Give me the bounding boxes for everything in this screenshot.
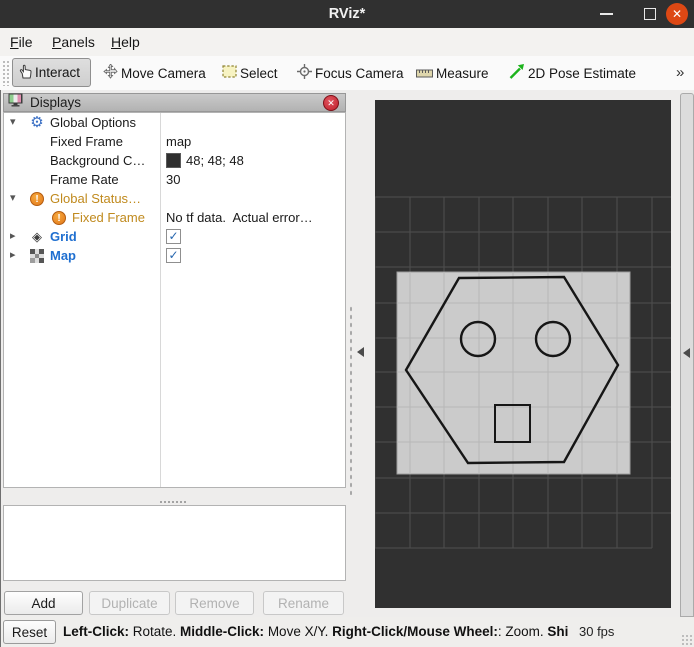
- vertical-splitter-handle[interactable]: [349, 305, 353, 495]
- minimize-button[interactable]: [594, 0, 618, 28]
- tool-focus-camera-button[interactable]: Focus Camera: [297, 59, 404, 87]
- row-label: Fixed Frame: [50, 134, 123, 149]
- tree-row-background-color[interactable]: Background C… 48; 48; 48: [4, 151, 345, 170]
- tree-row-fixed-frame-status[interactable]: ! Fixed Frame No tf data. Actual error…: [4, 208, 345, 227]
- panel-splitter-handle[interactable]: [159, 500, 187, 504]
- row-label: Global Status…: [50, 191, 142, 206]
- hand-cursor-icon: [19, 64, 32, 82]
- remove-display-button[interactable]: Remove: [175, 591, 254, 615]
- tool-label: Measure: [436, 65, 489, 81]
- color-swatch[interactable]: [166, 153, 181, 168]
- collapse-right-arrow-icon[interactable]: [683, 348, 690, 358]
- expander-down-icon[interactable]: [10, 113, 28, 132]
- tool-move-camera-button[interactable]: Move Camera: [103, 59, 206, 87]
- row-label: Grid: [50, 229, 77, 244]
- minimize-icon: [599, 13, 613, 15]
- map-icon: [28, 248, 46, 263]
- tool-label: Interact: [35, 65, 81, 80]
- toolbar-overflow-button[interactable]: »: [676, 59, 684, 87]
- window-resize-grip[interactable]: [681, 634, 692, 645]
- row-label: Frame Rate: [50, 172, 119, 187]
- displays-panel-header[interactable]: Displays ✕: [3, 93, 346, 112]
- tree-row-frame-rate[interactable]: Frame Rate 30: [4, 170, 345, 189]
- warning-icon: !: [28, 191, 46, 206]
- add-display-button[interactable]: Add: [4, 591, 83, 615]
- status-bar: Reset Left-Click: Rotate. Middle-Click: …: [0, 617, 694, 647]
- monitor-icon: [8, 93, 24, 112]
- tool-label: Move Camera: [121, 65, 206, 81]
- row-value[interactable]: 30: [160, 170, 345, 189]
- tree-row-fixed-frame[interactable]: Fixed Frame map: [4, 132, 345, 151]
- row-label: Map: [50, 248, 76, 263]
- grid-enabled-checkbox[interactable]: [166, 229, 181, 244]
- rename-display-button[interactable]: Rename: [263, 591, 344, 615]
- displays-panel-title: Displays: [30, 95, 82, 110]
- maximize-button[interactable]: [638, 0, 662, 28]
- collapsed-right-panel[interactable]: [680, 93, 694, 617]
- tool-2d-pose-estimate-button[interactable]: 2D Pose Estimate: [509, 59, 636, 87]
- row-value[interactable]: map: [160, 132, 345, 151]
- rviz-window: RViz* ✕ File Panels Help Interact Move C…: [0, 0, 694, 647]
- close-panel-button[interactable]: ✕: [323, 95, 339, 111]
- row-label: Fixed Frame: [72, 210, 145, 225]
- tree-row-grid[interactable]: Grid: [4, 227, 345, 246]
- tree-row-global-status[interactable]: ! Global Status…: [4, 189, 345, 208]
- reset-button[interactable]: Reset: [3, 620, 56, 644]
- menu-panels[interactable]: Panels: [52, 28, 95, 56]
- row-value: No tf data. Actual error…: [166, 210, 313, 225]
- toolbar: Interact Move Camera Select Focus Camera: [0, 56, 694, 91]
- row-label: Background C…: [50, 153, 146, 168]
- move-arrows-icon: [103, 63, 118, 82]
- tool-measure-button[interactable]: Measure: [416, 59, 489, 87]
- displays-tree: Global Options Fixed Frame map Backgroun…: [3, 112, 346, 488]
- tree-row-global-options[interactable]: Global Options: [4, 113, 345, 132]
- mouse-help-text: Left-Click: Rotate. Middle-Click: Move X…: [63, 624, 569, 639]
- green-arrow-icon: [509, 64, 525, 82]
- toolbar-drag-handle[interactable]: [2, 60, 9, 86]
- window-title: RViz*: [328, 6, 366, 22]
- 3d-viewport[interactable]: [375, 100, 671, 608]
- close-icon: ✕: [666, 3, 688, 25]
- tool-interact-button[interactable]: Interact: [12, 58, 92, 87]
- selection-box-icon: [222, 65, 237, 81]
- menu-help[interactable]: Help: [111, 28, 140, 56]
- row-value[interactable]: 48; 48; 48: [186, 151, 244, 170]
- main-area: Displays ✕ Global Options Fixed Frame ma…: [0, 90, 694, 617]
- row-label: Global Options: [50, 115, 136, 130]
- expander-right-icon[interactable]: [10, 227, 28, 246]
- grid-icon: [28, 227, 46, 246]
- description-pane: [3, 505, 346, 581]
- tool-select-button[interactable]: Select: [222, 59, 278, 87]
- ruler-icon: [416, 66, 433, 81]
- warning-icon: !: [50, 210, 68, 225]
- tool-label: Focus Camera: [315, 65, 404, 81]
- map-enabled-checkbox[interactable]: [166, 248, 181, 263]
- menu-file[interactable]: File: [10, 28, 33, 56]
- expander-right-icon[interactable]: [10, 246, 28, 265]
- title-bar[interactable]: RViz* ✕: [0, 0, 694, 28]
- gear-icon: [28, 113, 46, 132]
- tree-row-map[interactable]: Map: [4, 246, 345, 265]
- tool-label: 2D Pose Estimate: [528, 65, 637, 81]
- expander-down-icon[interactable]: [10, 189, 28, 208]
- fps-counter: 30 fps: [579, 624, 615, 639]
- collapse-left-arrow-icon[interactable]: [357, 347, 364, 357]
- maximize-icon: [644, 8, 656, 20]
- tool-label: Select: [240, 65, 278, 81]
- crosshair-icon: [297, 64, 312, 82]
- row-value: [160, 189, 345, 208]
- duplicate-display-button[interactable]: Duplicate: [89, 591, 170, 615]
- menu-bar: File Panels Help: [0, 28, 694, 57]
- close-window-button[interactable]: ✕: [664, 0, 690, 28]
- row-value: [160, 113, 345, 132]
